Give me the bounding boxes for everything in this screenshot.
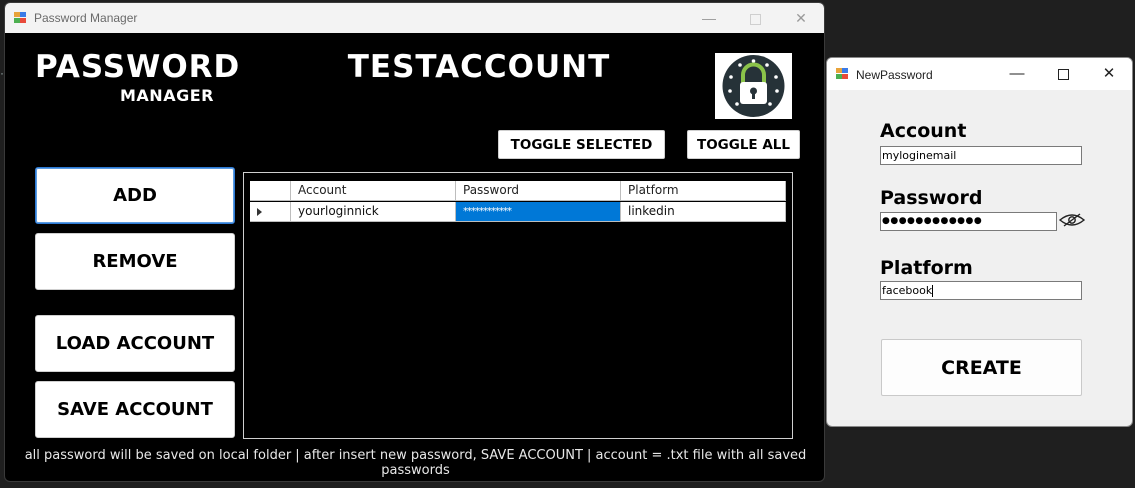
password-field[interactable]: ●●●●●●●●●●●● [880,212,1057,231]
password-grid[interactable]: Account Password Platform yourloginnick … [243,172,793,439]
footer-note: all password will be saved on local fold… [24,448,807,478]
dialog-title-bar: NewPassword — ✕ [827,58,1132,90]
password-label: Password [880,187,983,209]
eye-slash-icon[interactable] [1059,213,1085,227]
column-header-platform[interactable]: Platform [621,181,786,201]
account-underline: _ _ _ _ _ _ _ _ _ _ _ _ _ _ _ _ _ _ _ _ … [301,82,657,90]
text-caret [932,285,934,297]
platform-field[interactable]: facebook [880,281,1082,300]
cell-platform[interactable]: linkedin [621,202,786,222]
minimize-button[interactable]: — [686,3,732,33]
brand-title: PASSWORD [35,49,241,85]
lock-logo [715,53,792,119]
add-button[interactable]: ADD [35,167,235,224]
cell-account[interactable]: yourloginnick [291,202,456,222]
toggle-selected-button[interactable]: TOGGLE SELECTED [498,130,665,159]
dialog-title: NewPassword [856,68,933,82]
dialog-minimize-button[interactable]: — [994,58,1040,90]
maximize-icon [749,13,761,25]
load-account-button[interactable]: LOAD ACCOUNT [35,315,235,372]
dialog-close-button[interactable]: ✕ [1086,58,1132,90]
platform-label: Platform [880,257,973,279]
cell-password[interactable]: ************ [456,202,621,222]
table-row[interactable]: yourloginnick ************ linkedin [250,202,786,222]
create-button[interactable]: CREATE [881,339,1082,396]
row-header[interactable] [250,202,291,222]
brand-subtitle: MANAGER [120,86,214,105]
account-label: Account [880,120,967,142]
column-header-account[interactable]: Account [291,181,456,201]
remove-button[interactable]: REMOVE [35,233,235,290]
save-account-button[interactable]: SAVE ACCOUNT [35,381,235,438]
account-field[interactable]: myloginemail [880,146,1082,165]
lock-icon [722,55,785,117]
grid-header: Account Password Platform [250,181,786,201]
new-password-window: NewPassword — ✕ Account myloginemail Pas… [826,57,1133,427]
grid-corner[interactable] [250,181,291,201]
app-icon [836,68,849,80]
platform-value: facebook [882,284,933,297]
password-manager-window: Password Manager — ✕ PASSWORD MANAGER TE… [4,2,825,482]
title-bar: Password Manager — ✕ [5,3,824,33]
column-header-password[interactable]: Password [456,181,621,201]
maximize-button[interactable] [732,3,778,33]
window-title: Password Manager [34,11,138,25]
app-icon [14,12,27,24]
toggle-all-button[interactable]: TOGGLE ALL [687,130,800,159]
dialog-maximize-button[interactable] [1040,58,1086,90]
close-button[interactable]: ✕ [778,3,824,33]
account-name: TESTACCOUNT [347,49,611,85]
maximize-icon [1057,68,1069,80]
row-pointer-icon [257,207,262,216]
